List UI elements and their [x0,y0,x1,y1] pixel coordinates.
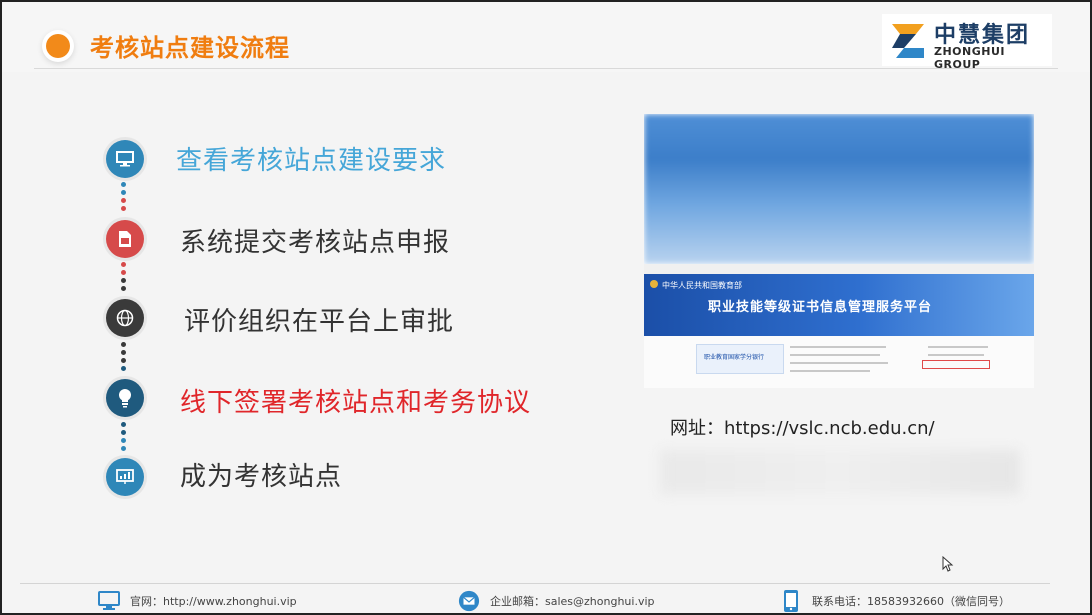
screenshot-address-bar [644,264,1034,274]
screenshot-highlight-box [922,360,990,369]
title-divider [34,68,1058,69]
zhonghui-logo-icon [892,24,924,58]
step-4-label: 线下签署考核站点和考务协议 [180,388,532,418]
company-logo: 中慧集团 ZHONGHUI GROUP [882,14,1052,71]
screenshot-blurred-header [644,114,1034,264]
mail-icon [458,590,480,612]
phone-number[interactable]: 18583932660（微信同号） [867,593,1010,609]
lightbulb-icon [106,379,144,417]
footer-phone: 联系电话： 18583932660（微信同号） [780,590,1010,612]
screenshot-text-line [790,370,870,372]
blurred-region [660,450,1020,494]
url-link[interactable]: https://vslc.ncb.edu.cn/ [724,418,935,439]
url-label: 网址： [670,418,724,439]
step-5-label: 成为考核站点 [180,462,343,492]
screenshot-text-line [928,354,984,356]
step-1-label: 查看考核站点建设要求 [176,146,447,176]
screenshot-text-line [790,346,886,348]
computer-icon [98,590,120,612]
monitor-icon [106,140,144,178]
logo-en-text: ZHONGHUI GROUP [934,45,1005,71]
screenshot-ministry: 中华人民共和国教育部 [662,281,742,290]
national-emblem-icon [650,280,658,288]
url-line: 网址：https://vslc.ncb.edu.cn/ [670,414,935,440]
screenshot-text-line [790,354,880,356]
screenshot-card-text: 职业教育国家学分银行 [704,354,765,361]
mouse-cursor-icon [942,556,954,572]
timeline-dots [121,342,127,374]
footer-website: 官网： http://www.zhonghui.vip [98,590,297,612]
footer-email: 企业邮箱： sales@zhonghui.vip [458,590,655,612]
title-bullet-icon [46,34,70,58]
timeline-dots [121,182,127,214]
presentation-icon [106,458,144,496]
phone-label: 联系电话： [812,595,867,608]
screenshot-text-line [928,346,988,348]
website-label: 官网： [130,595,163,608]
footer-divider [20,583,1050,584]
screenshot-platform-title: 职业技能等级证书信息管理服务平台 [708,300,933,315]
globe-icon [106,299,144,337]
sim-card-icon [106,220,144,258]
step-3-label: 评价组织在平台上审批 [184,307,455,337]
screenshot-text-line [790,362,888,364]
page-title: 考核站点建设流程 [90,34,290,62]
email-link[interactable]: sales@zhonghui.vip [545,595,655,608]
timeline-dots [121,262,127,294]
email-label: 企业邮箱： [490,595,545,608]
step-2-label: 系统提交考核站点申报 [180,228,451,258]
phone-icon [780,590,802,612]
website-link[interactable]: http://www.zhonghui.vip [163,595,297,608]
timeline-dots [121,422,127,454]
